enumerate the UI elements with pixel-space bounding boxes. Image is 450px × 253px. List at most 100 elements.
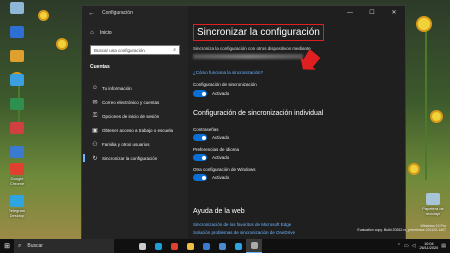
clock-date: 26/11/2020 (419, 246, 439, 250)
app-icon (10, 98, 24, 110)
setting-label: Preferencias de idioma (193, 147, 240, 152)
web-help-heading: Ayuda de la web (193, 208, 245, 215)
telegram-icon (10, 195, 24, 207)
nav-home-label: Inicio (100, 30, 112, 36)
sidebar-item-label: Correo electrónico y cuentas (102, 99, 160, 105)
redacted-account (193, 54, 303, 59)
other-windows-toggle[interactable] (193, 174, 207, 181)
sidebar-item[interactable]: ↻ Sincronizar la configuración (83, 151, 186, 165)
taskbar-app-button[interactable] (198, 239, 214, 253)
section-heading: Cuentas (90, 64, 110, 70)
flower-decoration (58, 40, 66, 48)
toggle-state: Activado (212, 175, 230, 180)
sidebar-item-label: Obtener acceso a trabajo o escuela (102, 127, 174, 133)
taskbar-app-button[interactable] (166, 239, 182, 253)
sidebar-item[interactable]: ▣ Obtener acceso a trabajo o escuela (90, 123, 186, 137)
language-toggle[interactable] (193, 154, 207, 161)
desktop-shortcut[interactable] (4, 122, 30, 134)
app-icon (10, 146, 24, 158)
master-sync-toggle[interactable] (193, 90, 207, 97)
taskbar-app-button[interactable] (246, 239, 262, 253)
task-view-icon (138, 242, 146, 250)
maximize-button[interactable]: ☐ (361, 6, 383, 20)
passwords-toggle[interactable] (193, 134, 207, 141)
watermark-line: Evaluation copy. Build 20262.rs_prerelea… (357, 228, 446, 233)
sidebar-item[interactable]: ✉ Correo electrónico y cuentas (90, 95, 186, 109)
app-icon (10, 122, 24, 134)
start-button[interactable]: ⊞ (0, 242, 14, 250)
nav-home[interactable]: ⌂ Inicio (90, 30, 112, 36)
taskbar-search[interactable]: ⌕ Buscar (14, 239, 114, 253)
desktop-shortcut[interactable] (4, 146, 30, 158)
chevron-up-icon[interactable]: ⌃ (397, 243, 401, 249)
system-tray: ⌃ ▭ ◁ 10:04 26/11/2020 ▤ (394, 239, 446, 253)
window-title: Configuración (102, 10, 133, 16)
recycle-bin-icon (426, 193, 440, 205)
toggle-state: Activado (212, 135, 230, 140)
search-placeholder: Buscar una configuración (94, 47, 145, 53)
sidebar-item-label: Tu información (102, 85, 132, 91)
desktop-shortcut[interactable]: Google Chrome (4, 163, 30, 186)
taskbar-apps (134, 239, 262, 253)
sidebar-item[interactable]: ☺ Tu información (90, 81, 186, 95)
settings-window: ⌂ Inicio Buscar una configuración ⌕ Cuen… (81, 5, 406, 240)
desktop-shortcut[interactable] (4, 74, 30, 86)
intro-text: Sincroniza la configuración con otros di… (193, 46, 311, 51)
flower-decoration (418, 18, 430, 30)
how-sync-works-link[interactable]: ¿Cómo funciona la sincronización? (193, 70, 263, 75)
clock[interactable]: 10:04 26/11/2020 (420, 242, 439, 251)
desktop-shortcut[interactable] (4, 2, 30, 14)
sync-icon: ↻ (92, 155, 98, 162)
desktop-shortcut[interactable] (4, 50, 30, 62)
edge-favorites-link[interactable]: Sincronización de los favoritos de Micro… (193, 222, 291, 227)
volume-icon[interactable]: ◁ (412, 243, 416, 249)
other-windows-toggle-row: Activado (193, 174, 229, 181)
back-arrow-icon[interactable]: ← (88, 10, 98, 17)
sidebar-item-label: Familia y otros usuarios (102, 141, 150, 147)
taskbar-app-button[interactable] (150, 239, 166, 253)
onedrive-help-link[interactable]: Solución problemas de sincronización de … (193, 230, 295, 235)
edge-icon (154, 242, 162, 250)
people-icon: ⚇ (92, 141, 98, 148)
desktop-icon-label: Google Chrome (9, 176, 25, 186)
sidebar-item[interactable]: ⚇ Familia y otros usuarios (90, 137, 186, 151)
red-arrow-annotation (300, 50, 320, 70)
page-title: Sincronizar la configuración (193, 24, 324, 41)
file-explorer-icon (186, 242, 194, 250)
notifications-icon[interactable]: ▤ (441, 243, 446, 249)
network-icon[interactable]: ▭ (404, 243, 409, 249)
minimize-button[interactable]: — (339, 6, 361, 20)
desktop-shortcut[interactable] (4, 98, 30, 110)
toggle-state: Activado (212, 91, 230, 96)
desktop-shortcut[interactable]: Telegram Desktop (4, 195, 30, 218)
setting-label: Otra configuración de Windows (193, 167, 256, 172)
recycle-bin-icon (10, 2, 24, 14)
recycle-bin-shortcut[interactable]: Papelera de reciclaje (418, 193, 448, 216)
search-icon: ⌕ (18, 242, 22, 249)
flower-decoration (40, 12, 47, 19)
sidebar-item[interactable]: ⚿ Opciones de inicio de sesión (90, 109, 186, 123)
taskbar: ⊞ ⌕ Buscar ⌃ ▭ ◁ 10:04 26/11/2020 ▤ (0, 239, 450, 253)
taskbar-app-button[interactable] (134, 239, 150, 253)
taskbar-search-label: Buscar (27, 243, 43, 249)
home-icon: ⌂ (90, 30, 94, 36)
close-button[interactable]: ✕ (383, 6, 405, 20)
window-controls: — ☐ ✕ (339, 6, 405, 20)
taskbar-app-button[interactable] (230, 239, 246, 253)
settings-icon (250, 242, 258, 249)
passwords-toggle-row: Activado (193, 134, 229, 141)
sidebar-item-label: Opciones de inicio de sesión (102, 113, 160, 119)
master-sync-label: Configuración de sincronización (193, 82, 257, 87)
briefcase-icon: ▣ (92, 127, 98, 134)
chrome-icon (10, 163, 24, 175)
taskbar-app-button[interactable] (182, 239, 198, 253)
chrome-icon (170, 242, 178, 250)
desktop-icon-label: Papelera de reciclaje (422, 206, 444, 216)
search-icon: ⌕ (173, 47, 176, 53)
evaluation-watermark: Windows 10 Pro Evaluation copy. Build 20… (357, 224, 446, 232)
desktop-icon-label: Telegram Desktop (8, 208, 26, 218)
desktop-shortcut[interactable] (4, 26, 30, 38)
settings-search-input[interactable]: Buscar una configuración ⌕ (90, 45, 180, 55)
language-toggle-row: Activado (193, 154, 229, 161)
taskbar-app-button[interactable] (214, 239, 230, 253)
